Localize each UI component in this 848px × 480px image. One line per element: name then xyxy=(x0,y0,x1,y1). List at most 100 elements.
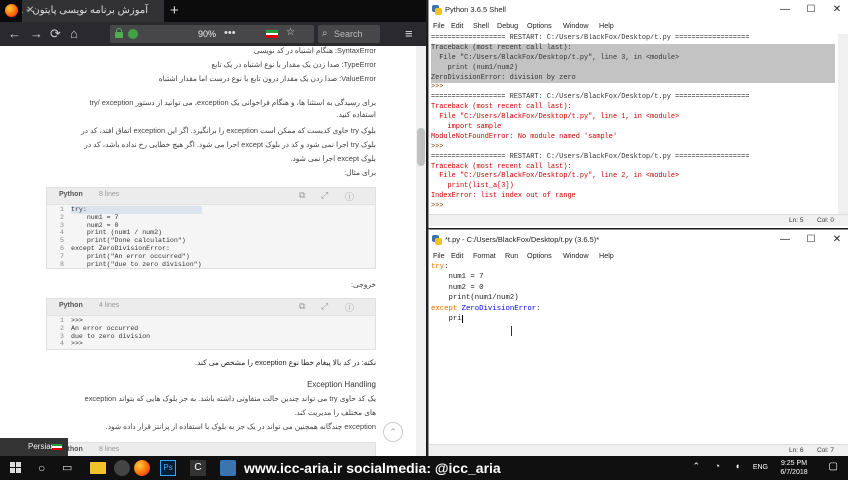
shell-line: >>> xyxy=(431,142,444,151)
shell-line: ModuleNotFoundError: No module named 'sa… xyxy=(431,132,618,141)
search-input[interactable]: ⌕ Search xyxy=(318,25,380,43)
language-button[interactable]: Persian xyxy=(0,438,68,456)
python-icon[interactable] xyxy=(220,460,236,476)
firefox-icon[interactable] xyxy=(134,460,150,476)
paragraph-line: بلوک except اجرا نمی شود. xyxy=(290,154,376,163)
navigation-bar: ← → ⟳ ⌂ 90% ••• ☆ ⌕ Search ≡ xyxy=(0,22,426,46)
taskbar: ○ ▭ Ps C www.icc-aria.ir socialmedia: @i… xyxy=(0,456,848,480)
desktop: ✕ آموزش برنامه نویسی پایتون - ... + ← → … xyxy=(0,0,848,480)
clock[interactable]: 9:25 PM 6/7/2018 xyxy=(774,459,814,477)
code-line: print("Done calculation") xyxy=(71,237,186,245)
windows-start-icon[interactable] xyxy=(10,462,22,474)
code-line: print("An error occurred") xyxy=(71,252,190,260)
editor-window: *t.py - C:/Users/BlackFox/Desktop/t.py (… xyxy=(428,229,848,456)
menu-file[interactable]: File xyxy=(433,21,445,30)
shell-scrollbar[interactable] xyxy=(838,34,848,214)
shell-line: ================== RESTART: C:/Users/Bla… xyxy=(431,34,750,42)
search-icon: ⌕ xyxy=(322,28,328,39)
close-icon[interactable]: ✕ xyxy=(827,230,847,250)
url-bar[interactable]: 90% ••• ☆ xyxy=(110,25,314,43)
menu-options[interactable]: Options xyxy=(527,21,552,30)
line-number: 3 xyxy=(60,332,64,340)
minimize-icon[interactable]: — xyxy=(775,0,795,20)
menu-help[interactable]: Help xyxy=(599,21,614,30)
menu-run[interactable]: Run xyxy=(505,251,518,260)
window-title: *t.py - C:/Users/BlackFox/Desktop/t.py (… xyxy=(445,235,600,244)
code-block: Python 8 lines xyxy=(46,442,376,456)
code-line: print (num1 / num2) xyxy=(71,229,163,237)
expand-icon[interactable]: ⤢ xyxy=(321,190,328,201)
volume-icon[interactable]: ◖ xyxy=(735,461,740,471)
home-icon[interactable]: ⌂ xyxy=(70,26,78,42)
shell-menubar: File Edit Shell Debug Options Window Hel… xyxy=(429,20,848,33)
site-info-icon[interactable] xyxy=(128,29,138,39)
close-tab-icon[interactable]: ✕ xyxy=(26,0,34,22)
menu-debug[interactable]: Debug xyxy=(497,21,518,30)
tab-bar: ✕ آموزش برنامه نویسی پایتون - ... + xyxy=(0,0,426,22)
back-icon[interactable]: ← xyxy=(8,26,21,42)
menu-format[interactable]: Format xyxy=(473,251,496,260)
shell-output[interactable]: ================== RESTART: C:/Users/Bla… xyxy=(431,34,835,214)
date: 6/7/2018 xyxy=(780,469,808,476)
shell-line: print(list_a[3]) xyxy=(431,182,514,191)
info-icon[interactable]: ⓘ xyxy=(345,301,354,314)
forward-icon[interactable]: → xyxy=(30,26,43,42)
shell-line: >>> xyxy=(431,83,444,92)
copy-icon[interactable]: ⧉ xyxy=(299,190,305,201)
page-content: SyntaxError: هنگام اشتباه در کد نویسی Ty… xyxy=(0,46,426,456)
menu-options[interactable]: Options xyxy=(527,251,552,260)
file-explorer-icon[interactable] xyxy=(90,462,106,474)
paragraph-line: بلوک try حاوی کدیست که ممکن است exceptio… xyxy=(81,126,376,135)
code-language: Python xyxy=(59,302,83,309)
menu-edit[interactable]: Edit xyxy=(451,251,463,260)
browser-tab[interactable]: ✕ آموزش برنامه نویسی پایتون - ... xyxy=(22,0,164,22)
menu-shell[interactable]: Shell xyxy=(473,21,489,30)
column-indicator: Col: 0 xyxy=(817,217,834,224)
page-scrollbar[interactable] xyxy=(416,46,426,456)
python-shell-window: Python 3.6.5 Shell — ☐ ✕ File Edit Shell… xyxy=(428,0,848,228)
terminal-icon[interactable]: C xyxy=(190,460,206,476)
code-line: due to zero division xyxy=(71,332,151,340)
editor-titlebar: *t.py - C:/Users/BlackFox/Desktop/t.py (… xyxy=(429,230,848,250)
language-indicator[interactable]: ENG xyxy=(753,459,768,477)
new-tab-icon[interactable]: + xyxy=(170,2,179,20)
close-icon[interactable]: ✕ xyxy=(827,0,847,20)
menu-window[interactable]: Window xyxy=(563,251,589,260)
code-line: except ZeroDivisionError: xyxy=(71,244,170,252)
scroll-top-button[interactable]: ⌃ xyxy=(383,422,403,442)
menu-edit[interactable]: Edit xyxy=(451,21,463,30)
editor-textarea[interactable]: try: num1 = 7 num2 = 0 print(num1/num2) e… xyxy=(431,262,831,442)
notifications-icon[interactable]: ▢ xyxy=(829,461,838,472)
code-language: Python xyxy=(59,191,83,198)
error-line: ValueError: صدا زدن یک مقدار درون تابع ب… xyxy=(158,74,376,83)
search-icon[interactable]: ○ xyxy=(38,460,54,476)
editor-line: try: xyxy=(431,262,831,272)
hamburger-menu-icon[interactable]: ≡ xyxy=(405,26,413,42)
copy-icon[interactable]: ⧉ xyxy=(299,301,305,312)
scrollbar-thumb[interactable] xyxy=(417,128,425,166)
menu-file[interactable]: File xyxy=(433,251,445,260)
expand-icon[interactable]: ⤢ xyxy=(321,301,328,312)
zoom-level[interactable]: 90% xyxy=(198,27,216,41)
code-token: ZeroDivisionError xyxy=(457,304,537,313)
maximize-icon[interactable]: ☐ xyxy=(801,0,821,20)
shell-line: ================== RESTART: C:/Users/Bla… xyxy=(431,93,750,102)
task-view-icon[interactable]: ▭ xyxy=(62,460,78,476)
editor-line: except ZeroDivisionError: xyxy=(431,304,831,314)
wifi-icon[interactable]: ◔ xyxy=(715,461,720,471)
reload-icon[interactable]: ⟳ xyxy=(50,26,61,42)
tray-chevron-icon[interactable]: ⌃ xyxy=(692,461,700,472)
shell-line: File "C:/Users/BlackFox/Desktop/t.py", l… xyxy=(431,172,680,181)
minimize-icon[interactable]: — xyxy=(775,230,795,250)
menu-window[interactable]: Window xyxy=(563,21,589,30)
bookmark-icon[interactable]: ☆ xyxy=(286,27,295,38)
page-actions-icon[interactable]: ••• xyxy=(224,26,236,40)
code-token: num2 = 0 xyxy=(431,283,484,292)
app-icon[interactable] xyxy=(114,460,130,476)
menu-help[interactable]: Help xyxy=(599,251,614,260)
code-line: >>> xyxy=(71,340,83,348)
maximize-icon[interactable]: ☐ xyxy=(801,230,821,250)
info-icon[interactable]: ⓘ xyxy=(345,190,354,203)
photoshop-icon[interactable]: Ps xyxy=(160,460,176,476)
code-token: try xyxy=(431,263,445,271)
